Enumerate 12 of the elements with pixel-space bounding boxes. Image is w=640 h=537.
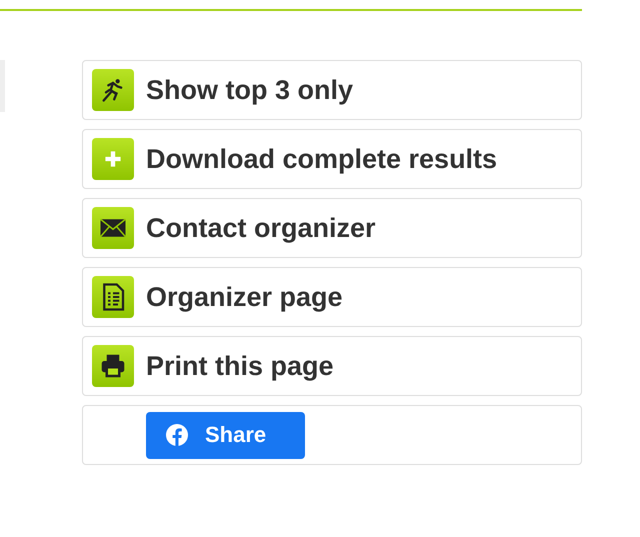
action-link[interactable]: Download complete results bbox=[82, 129, 582, 189]
share-button[interactable]: Share bbox=[146, 412, 305, 458]
action-link[interactable]: Organizer page bbox=[82, 267, 582, 327]
envelope-icon bbox=[92, 207, 134, 249]
runner-icon bbox=[92, 69, 134, 111]
document-icon bbox=[92, 276, 134, 318]
printer-icon bbox=[92, 345, 134, 387]
action-link[interactable]: Print this page bbox=[82, 336, 582, 396]
action-link[interactable]: Show top 3 only bbox=[82, 60, 582, 120]
action-link[interactable]: Contact organizer bbox=[82, 198, 582, 258]
facebook-icon bbox=[165, 423, 189, 447]
plus-icon bbox=[92, 138, 134, 180]
